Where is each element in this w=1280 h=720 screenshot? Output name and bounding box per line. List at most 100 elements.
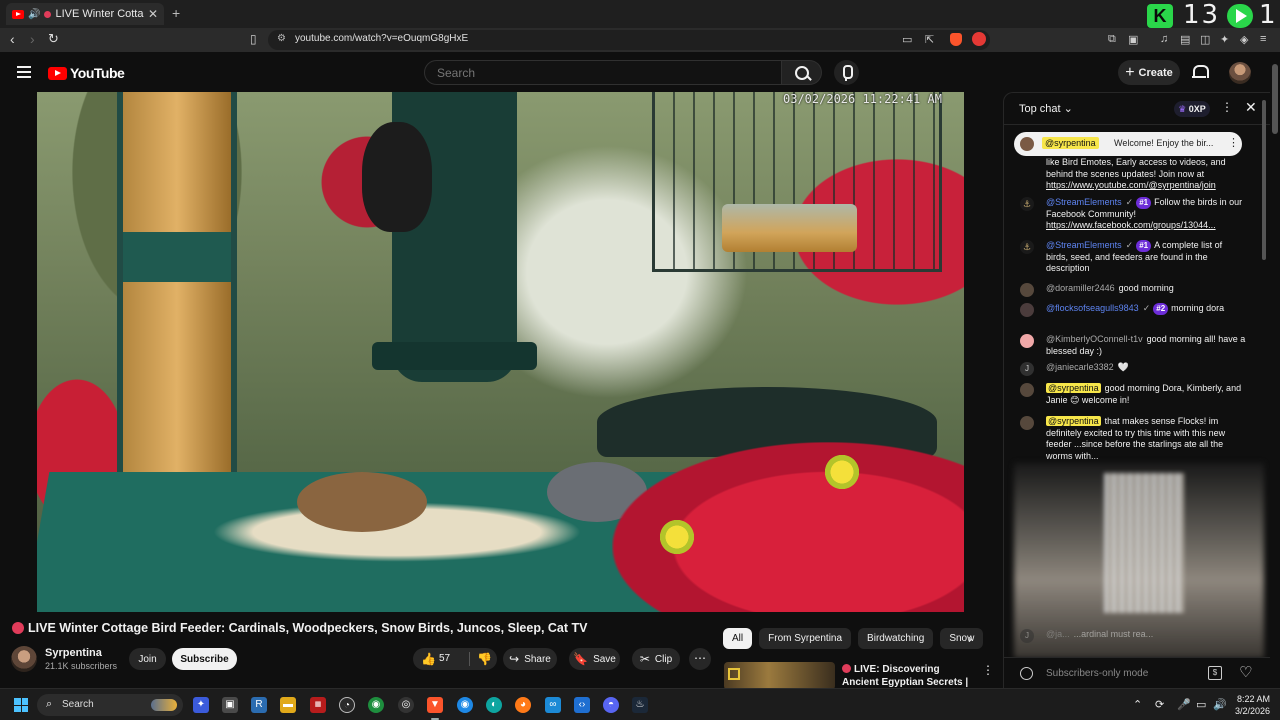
chip-from-channel[interactable]: From Syrpentina bbox=[759, 628, 852, 649]
vpn-icon[interactable]: ◈ bbox=[1240, 33, 1248, 46]
task-view-icon[interactable]: ▣ bbox=[222, 697, 238, 713]
pinned-message[interactable]: @syrpentina Welcome! Enjoy the bir... ⋮ bbox=[1014, 132, 1242, 156]
media-app-icon[interactable]: ∞ bbox=[545, 697, 561, 713]
wallet-icon[interactable]: ◫ bbox=[1200, 33, 1210, 46]
screenshot-icon[interactable]: ▣ bbox=[1128, 33, 1138, 46]
chip-all[interactable]: All bbox=[723, 628, 753, 649]
account-avatar[interactable] bbox=[1229, 62, 1251, 84]
share-page-icon[interactable]: ⇱ bbox=[925, 33, 934, 46]
pinned-menu-icon[interactable]: ⋮ bbox=[1228, 136, 1239, 149]
youtube-favicon-icon bbox=[12, 9, 24, 19]
vscode-icon[interactable]: ‹› bbox=[574, 697, 590, 713]
page-scrollbar-thumb[interactable] bbox=[1272, 64, 1278, 134]
message-link[interactable]: https://www.facebook.com/groups/13044... bbox=[1046, 220, 1216, 230]
search-button[interactable] bbox=[782, 60, 822, 85]
reload-icon[interactable]: ↻ bbox=[48, 31, 59, 47]
message-author[interactable]: @janiecarle3382 bbox=[1046, 362, 1114, 372]
youtube-logo[interactable]: YouTube bbox=[48, 65, 125, 81]
message-author[interactable]: @flocksofseagulls9843 bbox=[1046, 303, 1139, 313]
video-player[interactable]: 03/02/2026 11:22:41 AM bbox=[37, 92, 964, 612]
heart-icon[interactable]: ♡ bbox=[1239, 663, 1252, 681]
chip-birdwatching[interactable]: Birdwatching bbox=[858, 628, 934, 649]
leo-icon[interactable]: ✦ bbox=[1220, 33, 1229, 46]
search-box[interactable] bbox=[424, 60, 782, 85]
share-button[interactable]: ↪ Share bbox=[503, 648, 557, 670]
chevron-right-icon[interactable]: › bbox=[968, 632, 972, 646]
edge-icon[interactable]: ◐ bbox=[486, 697, 502, 713]
mic-tray-icon[interactable]: 🎤 bbox=[1177, 698, 1191, 711]
cast-icon[interactable]: ▭ bbox=[902, 33, 912, 46]
recommendation-menu-icon[interactable]: ⋮ bbox=[982, 663, 994, 677]
voice-search-icon[interactable] bbox=[834, 60, 859, 85]
obs-icon[interactable]: ◎ bbox=[398, 697, 414, 713]
emoji-icon[interactable] bbox=[1020, 667, 1033, 680]
message-author[interactable]: @syrpentina bbox=[1046, 416, 1101, 426]
clip-button[interactable]: ✂ Clip bbox=[632, 648, 680, 670]
firefox-icon[interactable]: ◕ bbox=[515, 697, 531, 713]
forward-icon[interactable]: › bbox=[30, 31, 35, 47]
message-author[interactable]: @KimberlyOConnell-t1v bbox=[1046, 334, 1143, 344]
chat-mode-dropdown[interactable]: Top chat ⌄ bbox=[1019, 102, 1073, 115]
chat-options-icon[interactable]: ⋮ bbox=[1221, 100, 1233, 114]
poinsettia-center bbox=[657, 517, 697, 557]
speaker-icon[interactable]: 🔊 bbox=[28, 9, 40, 20]
menu-icon[interactable]: ≡ bbox=[1260, 33, 1266, 45]
chip-snow[interactable]: Snow bbox=[940, 628, 984, 649]
dislike-icon[interactable]: 👎 bbox=[477, 652, 492, 666]
like-count[interactable]: 57 bbox=[439, 653, 450, 664]
close-tab-icon[interactable]: ✕ bbox=[148, 7, 158, 21]
file-explorer-icon[interactable]: ▬ bbox=[280, 697, 296, 713]
bookmark-icon[interactable]: ▯ bbox=[250, 32, 257, 46]
message-author[interactable]: @StreamElements bbox=[1046, 240, 1122, 250]
channel-name[interactable]: Syrpentina bbox=[45, 647, 102, 659]
subscribe-button[interactable]: Subscribe bbox=[172, 648, 237, 670]
save-button[interactable]: 🔖 Save bbox=[569, 648, 620, 670]
message-author[interactable]: @ja... bbox=[1046, 629, 1070, 639]
taskbar-search[interactable]: ⌕ Search bbox=[37, 694, 183, 716]
taskbar-clock[interactable]: 8:22 AM 3/2/2026 bbox=[1226, 693, 1270, 717]
extensions-icon[interactable]: ⧉ bbox=[1108, 33, 1116, 46]
recommendation-thumbnail[interactable] bbox=[724, 662, 835, 690]
address-bar[interactable]: ⚙ youtube.com/watch?v=eOuqmG8gHxE bbox=[268, 30, 990, 50]
page-scrollbar[interactable] bbox=[1270, 56, 1280, 688]
message-author[interactable]: @syrpentina bbox=[1046, 383, 1101, 393]
chrome-icon[interactable]: ◉ bbox=[368, 697, 384, 713]
chat-scrollbar[interactable] bbox=[1262, 100, 1268, 645]
brave-icon[interactable]: ▼ bbox=[427, 697, 443, 713]
search-input[interactable] bbox=[425, 61, 781, 84]
rewards-icon[interactable] bbox=[972, 32, 986, 46]
guide-menu-icon[interactable] bbox=[17, 66, 31, 78]
chrome-alt-icon[interactable]: ◉ bbox=[457, 697, 473, 713]
close-chat-icon[interactable]: ✕ bbox=[1245, 99, 1257, 116]
create-button[interactable]: + Create bbox=[1118, 60, 1180, 85]
chevron-up-icon[interactable]: ⌃ bbox=[1133, 698, 1142, 711]
like-icon[interactable]: 👍 bbox=[421, 652, 436, 666]
message-link[interactable]: https://www.youtube.com/@syrpentina/join bbox=[1046, 180, 1216, 190]
back-icon[interactable]: ‹ bbox=[10, 31, 15, 47]
site-info-icon[interactable]: ⚙ bbox=[277, 33, 286, 44]
copilot-icon[interactable]: ✦ bbox=[193, 697, 209, 713]
volume-icon[interactable]: 🔊 bbox=[1213, 698, 1227, 711]
sync-icon[interactable]: ⟳ bbox=[1155, 698, 1164, 711]
new-tab-button[interactable]: + bbox=[172, 5, 180, 21]
points-badge[interactable]: ♛ 0XP bbox=[1174, 101, 1210, 117]
message-author[interactable]: @StreamElements bbox=[1046, 197, 1122, 207]
monitor-icon[interactable]: ▭ bbox=[1196, 698, 1206, 711]
notifications-bell-icon[interactable] bbox=[1192, 64, 1209, 80]
brave-shields-icon[interactable] bbox=[950, 33, 962, 46]
message-author[interactable]: @doramiller2446 bbox=[1046, 283, 1115, 293]
windows-start-icon[interactable] bbox=[14, 698, 28, 712]
steam-icon[interactable]: ♨ bbox=[632, 697, 648, 713]
remote-desktop-icon[interactable]: R bbox=[251, 697, 267, 713]
chat-scrollbar-thumb[interactable] bbox=[1262, 100, 1266, 260]
super-chat-icon[interactable]: $ bbox=[1208, 666, 1222, 680]
browser-tab-active[interactable]: 🔊 LIVE Winter Cottage Bird F ✕ bbox=[6, 3, 164, 25]
channel-avatar[interactable] bbox=[11, 646, 37, 672]
app-icon[interactable]: ▦ bbox=[310, 697, 326, 713]
clock-app-icon[interactable]: ◔ bbox=[339, 697, 355, 713]
discord-icon[interactable]: ◓ bbox=[603, 697, 619, 713]
join-button[interactable]: Join bbox=[129, 648, 166, 670]
music-icon[interactable]: ♫ bbox=[1160, 33, 1168, 45]
sidebar-icon[interactable]: ▤ bbox=[1180, 33, 1190, 46]
more-actions-icon[interactable]: ⋯ bbox=[689, 648, 711, 670]
